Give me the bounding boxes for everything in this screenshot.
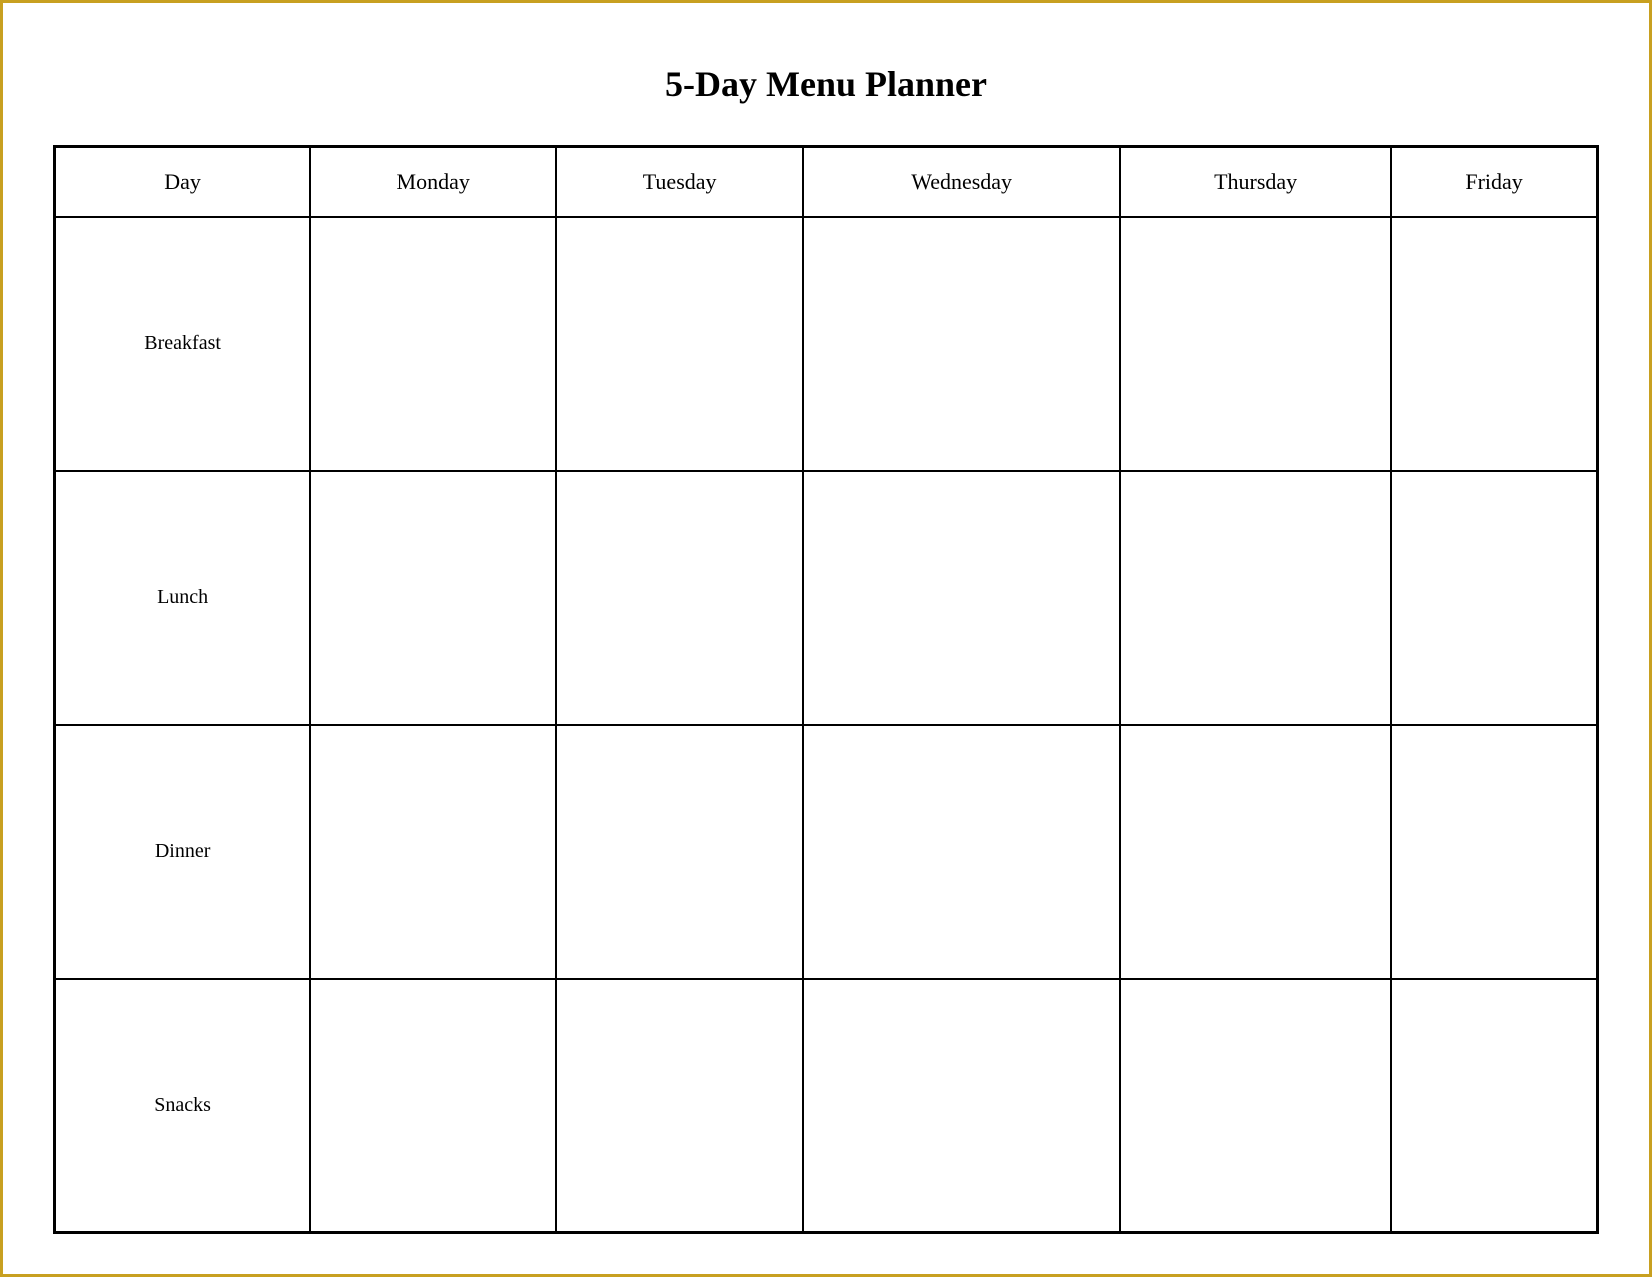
- meal-label-breakfast: Breakfast: [55, 217, 311, 471]
- planner-table: Day Monday Tuesday Wednesday Thursday Fr…: [53, 145, 1599, 1234]
- dinner-wednesday-cell[interactable]: [803, 725, 1120, 979]
- dinner-friday-cell[interactable]: [1391, 725, 1597, 979]
- snacks-friday-cell[interactable]: [1391, 979, 1597, 1233]
- page-title: 5-Day Menu Planner: [665, 63, 987, 105]
- breakfast-row: Breakfast: [55, 217, 1598, 471]
- dinner-monday-cell[interactable]: [310, 725, 556, 979]
- header-friday: Friday: [1391, 147, 1597, 217]
- header-day: Day: [55, 147, 311, 217]
- snacks-row: Snacks: [55, 979, 1598, 1233]
- lunch-tuesday-cell[interactable]: [556, 471, 803, 725]
- meal-label-lunch: Lunch: [55, 471, 311, 725]
- lunch-thursday-cell[interactable]: [1120, 471, 1391, 725]
- header-monday: Monday: [310, 147, 556, 217]
- breakfast-wednesday-cell[interactable]: [803, 217, 1120, 471]
- header-thursday: Thursday: [1120, 147, 1391, 217]
- dinner-tuesday-cell[interactable]: [556, 725, 803, 979]
- dinner-thursday-cell[interactable]: [1120, 725, 1391, 979]
- breakfast-thursday-cell[interactable]: [1120, 217, 1391, 471]
- dinner-row: Dinner: [55, 725, 1598, 979]
- breakfast-monday-cell[interactable]: [310, 217, 556, 471]
- lunch-friday-cell[interactable]: [1391, 471, 1597, 725]
- header-tuesday: Tuesday: [556, 147, 803, 217]
- header-row: Day Monday Tuesday Wednesday Thursday Fr…: [55, 147, 1598, 217]
- lunch-wednesday-cell[interactable]: [803, 471, 1120, 725]
- snacks-monday-cell[interactable]: [310, 979, 556, 1233]
- meal-label-snacks: Snacks: [55, 979, 311, 1233]
- snacks-thursday-cell[interactable]: [1120, 979, 1391, 1233]
- snacks-wednesday-cell[interactable]: [803, 979, 1120, 1233]
- breakfast-friday-cell[interactable]: [1391, 217, 1597, 471]
- breakfast-tuesday-cell[interactable]: [556, 217, 803, 471]
- lunch-monday-cell[interactable]: [310, 471, 556, 725]
- lunch-row: Lunch: [55, 471, 1598, 725]
- meal-label-dinner: Dinner: [55, 725, 311, 979]
- snacks-tuesday-cell[interactable]: [556, 979, 803, 1233]
- header-wednesday: Wednesday: [803, 147, 1120, 217]
